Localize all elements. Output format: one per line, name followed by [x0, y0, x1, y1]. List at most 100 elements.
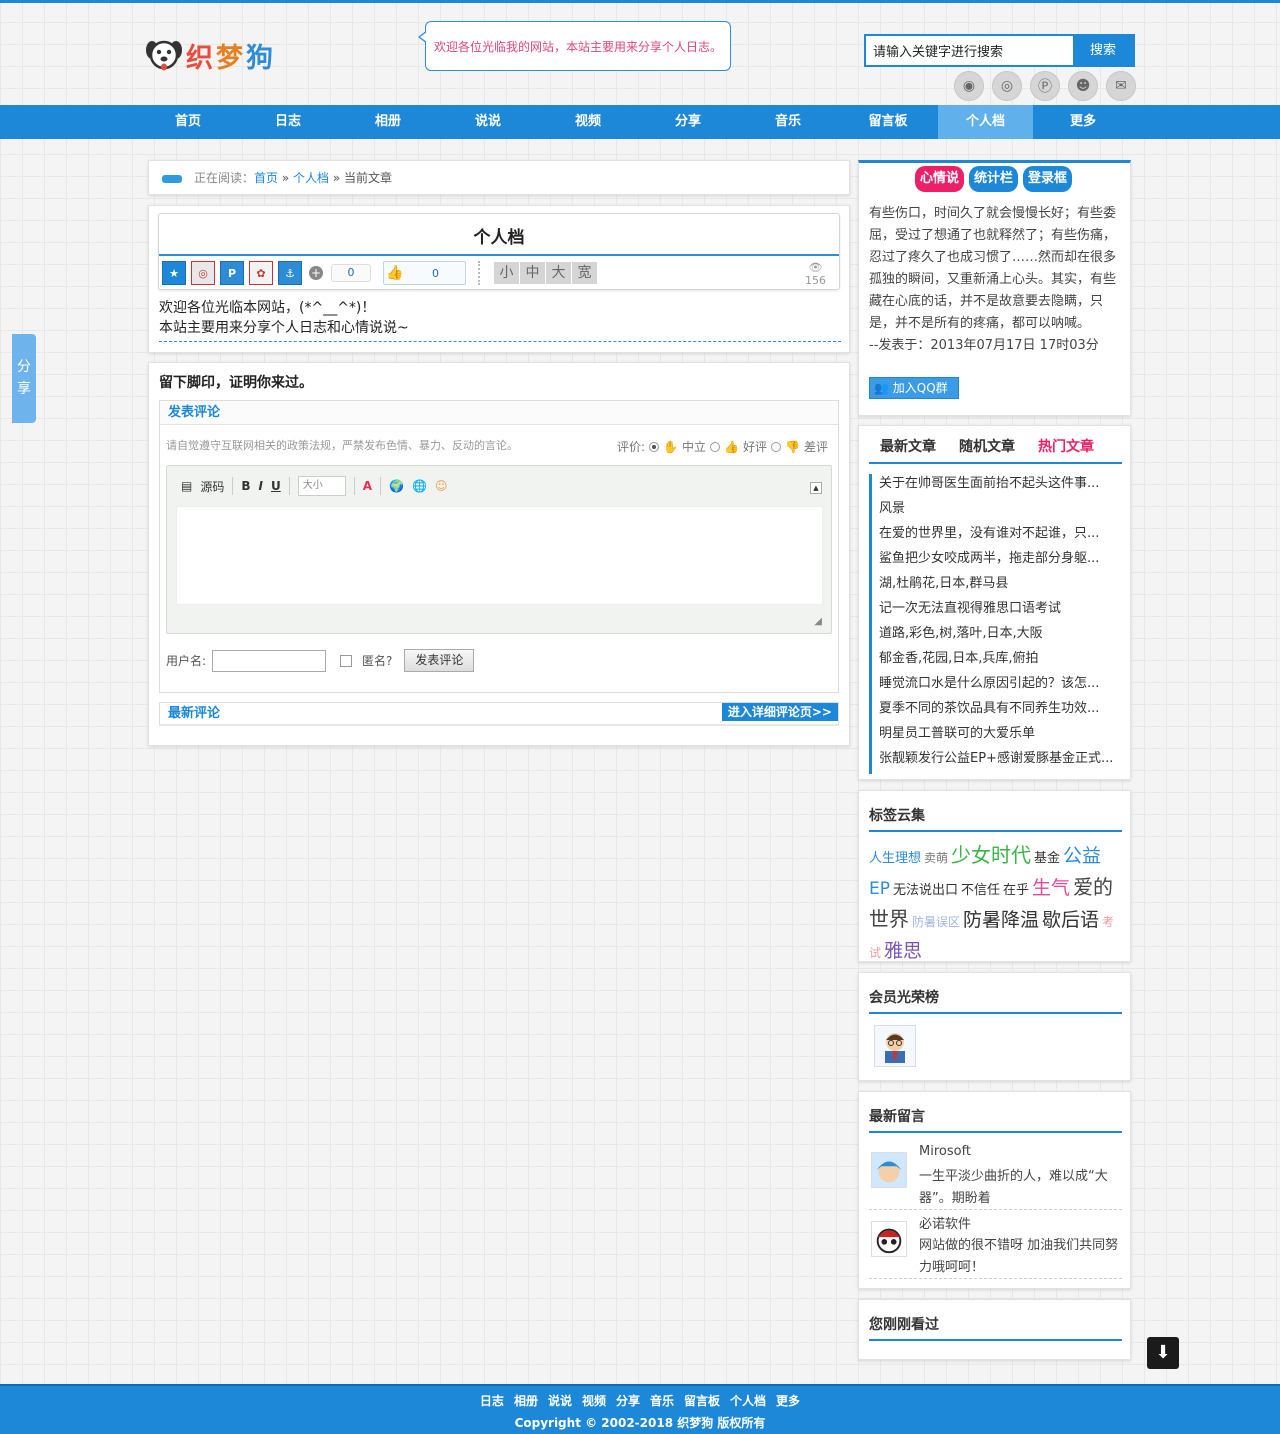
nav-item[interactable]: 相册: [338, 105, 438, 139]
detail-comments-link[interactable]: 进入详细评论页>>: [721, 703, 838, 721]
article-link[interactable]: 郁金香,花园,日本,兵库,俯拍: [869, 649, 1122, 674]
share-side-tab[interactable]: 分 享: [12, 334, 36, 423]
article-link[interactable]: 鲨鱼把少女咬成两半，拖走部分身躯...: [869, 549, 1122, 574]
qq-penguin-icon[interactable]: ☻: [1068, 71, 1098, 101]
article-link[interactable]: 湖,杜鹃花,日本,群马县: [869, 574, 1122, 599]
list-item[interactable]: 必诺软件 网站做的很不错呀 加油我们共同努力哦呵呵！: [869, 1213, 1122, 1279]
nav-item[interactable]: 视频: [538, 105, 638, 139]
tencent-weibo-icon[interactable]: P: [220, 261, 244, 285]
breadcrumb-home-link[interactable]: 首页: [254, 171, 278, 185]
tag-link[interactable]: 生气: [1032, 877, 1070, 899]
editor-color-button[interactable]: A: [363, 479, 372, 493]
editor-italic-button[interactable]: I: [259, 479, 263, 493]
tag-link[interactable]: 歇后语: [1042, 909, 1099, 931]
plus-icon[interactable]: +: [309, 266, 323, 280]
renren-icon[interactable]: ✿: [249, 261, 273, 285]
article-link[interactable]: 关于在帅哥医生面前抬不起头这件事...: [869, 474, 1122, 499]
qq-group-button[interactable]: 👥 加入QQ群: [869, 377, 959, 399]
article-link[interactable]: 在爱的世界里，没有谁对不起谁，只...: [869, 524, 1122, 549]
like-button[interactable]: 👍 0: [383, 261, 466, 285]
list-item[interactable]: Mirosoft 一生平淡少曲折的人，难以成“大器”。期盼着: [869, 1144, 1122, 1210]
editor-source-button[interactable]: 源码: [200, 478, 224, 495]
article-link[interactable]: 记一次无法直视得雅思口语考试: [869, 599, 1122, 624]
font-small-button[interactable]: 小: [494, 262, 519, 284]
tag-link[interactable]: 在乎: [1003, 883, 1029, 898]
font-wide-button[interactable]: 宽: [572, 262, 597, 284]
editor-link-icon[interactable]: 🌍: [389, 479, 404, 493]
tab-hot-articles[interactable]: 热门文章: [1027, 436, 1106, 462]
footer-link[interactable]: 相册: [514, 1392, 538, 1409]
avatar[interactable]: [874, 1025, 916, 1067]
footer-link[interactable]: 音乐: [650, 1392, 674, 1409]
footer-link[interactable]: 更多: [776, 1392, 800, 1409]
editor-bold-button[interactable]: B: [241, 479, 250, 493]
nav-item[interactable]: 首页: [138, 105, 238, 139]
article-link[interactable]: 明星员工普联可的大爱乐单: [869, 724, 1122, 749]
comment-form-title: 发表评论: [160, 401, 838, 425]
tag-link[interactable]: 防暑降温: [963, 909, 1039, 931]
weibo-icon[interactable]: ◎: [992, 71, 1022, 101]
editor-unlink-icon[interactable]: 🌐: [412, 479, 427, 493]
editor-size-select[interactable]: 大小: [297, 476, 346, 496]
tag-link[interactable]: 基金: [1034, 851, 1060, 866]
nav-item[interactable]: 更多: [1033, 105, 1133, 139]
article-link[interactable]: 夏季不同的茶饮品具有不同养生功效...: [869, 699, 1122, 724]
tag-link[interactable]: 雅思: [884, 940, 922, 962]
footer-link[interactable]: 说说: [548, 1392, 572, 1409]
footer-link[interactable]: 分享: [616, 1392, 640, 1409]
submit-comment-button[interactable]: 发表评论: [404, 649, 475, 672]
tag-link[interactable]: 人生理想: [869, 851, 921, 866]
resize-handle-icon[interactable]: ◢: [814, 616, 822, 627]
footer-link[interactable]: 视频: [582, 1392, 606, 1409]
anonymous-checkbox[interactable]: [340, 654, 353, 667]
rating-bad-radio[interactable]: [771, 441, 782, 452]
scroll-down-icon[interactable]: ⬇: [1147, 1337, 1179, 1369]
mail-icon[interactable]: ✉: [1106, 71, 1136, 101]
nav-item[interactable]: 音乐: [738, 105, 838, 139]
nav-item[interactable]: 个人档: [938, 105, 1033, 139]
article-link[interactable]: 睡觉流口水是什么原因引起的？该怎...: [869, 674, 1122, 699]
username-input[interactable]: [212, 649, 327, 672]
comment-textarea[interactable]: [176, 506, 823, 605]
main-nav: 首页 日志 相册 说说 视频 分享 音乐 留言板 个人档 更多: [0, 105, 1280, 139]
article-link[interactable]: 风景: [869, 499, 1122, 524]
editor-emoji-icon[interactable]: ☺: [435, 479, 448, 493]
tab-random-articles[interactable]: 随机文章: [948, 436, 1027, 462]
nav-item[interactable]: 说说: [438, 105, 538, 139]
nav-item[interactable]: 分享: [638, 105, 738, 139]
qzone-star-icon[interactable]: ★: [162, 261, 186, 285]
editor-collapse-button[interactable]: ▲: [810, 482, 822, 494]
tag-link[interactable]: 少女时代: [951, 843, 1031, 867]
font-large-button[interactable]: 大: [546, 262, 571, 284]
article-link[interactable]: 道路,彩色,树,落叶,日本,大阪: [869, 624, 1122, 649]
pinterest-icon[interactable]: Ⓟ: [1030, 71, 1060, 101]
site-logo[interactable]: 织梦狗: [144, 35, 276, 75]
tag-link[interactable]: 卖萌: [924, 851, 948, 865]
tag-link[interactable]: 防暑误区: [912, 915, 960, 929]
nav-item[interactable]: 留言板: [838, 105, 938, 139]
footer-link[interactable]: 留言板: [684, 1392, 720, 1409]
footer-link[interactable]: 日志: [480, 1392, 504, 1409]
search-button[interactable]: 搜索: [1073, 36, 1133, 65]
rss-icon[interactable]: ◉: [954, 71, 984, 101]
tag-link[interactable]: 不信任: [961, 883, 1000, 898]
tab-mood[interactable]: 心情说: [915, 166, 965, 192]
tag-link[interactable]: 无法说出口: [893, 883, 958, 898]
nav-item[interactable]: 日志: [238, 105, 338, 139]
search-input[interactable]: [866, 36, 1073, 65]
tab-stats[interactable]: 统计栏: [969, 166, 1019, 192]
font-medium-button[interactable]: 中: [520, 262, 545, 284]
tag-link[interactable]: EP: [869, 879, 890, 899]
tag-link[interactable]: 公益: [1063, 845, 1101, 867]
rating-neutral-radio[interactable]: [649, 441, 660, 452]
breadcrumb-category-link[interactable]: 个人档: [293, 171, 329, 185]
footer-link[interactable]: 个人档: [730, 1392, 766, 1409]
source-icon[interactable]: ▤: [181, 479, 192, 493]
kaixin-icon[interactable]: ⚓: [278, 261, 302, 285]
editor-underline-button[interactable]: U: [271, 479, 281, 493]
article-link[interactable]: 张靓颖发行公益EP+感谢爱豚基金正式...: [869, 749, 1122, 774]
weibo-share-icon[interactable]: ◎: [191, 261, 215, 285]
tab-login[interactable]: 登录框: [1023, 166, 1073, 192]
tab-latest-articles[interactable]: 最新文章: [869, 436, 948, 462]
rating-good-radio[interactable]: [710, 441, 721, 452]
